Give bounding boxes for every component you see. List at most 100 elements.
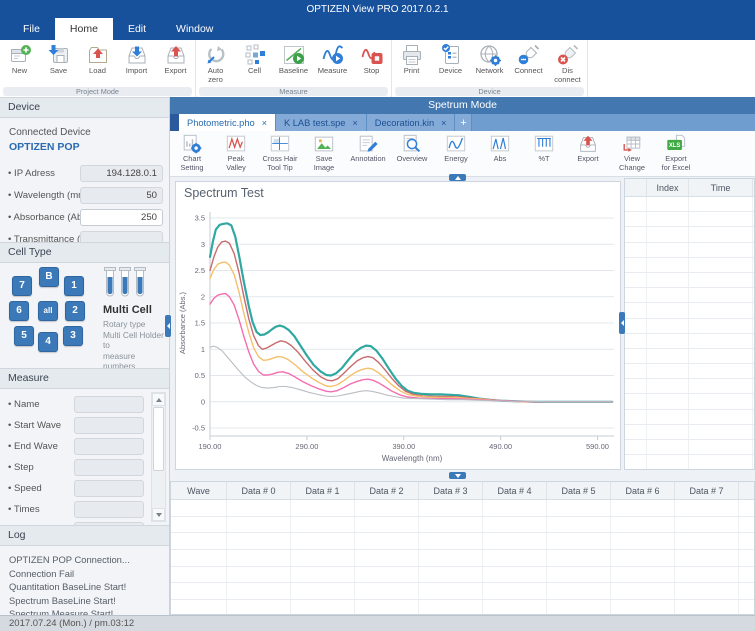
stop-button[interactable]: Stop <box>352 40 391 86</box>
splitter-collapse-up-button[interactable] <box>449 174 466 181</box>
index-table-row[interactable] <box>625 379 754 394</box>
measure-field-input-times[interactable] <box>74 501 144 518</box>
data-table-row[interactable] <box>171 600 754 615</box>
svg-text:3.5: 3.5 <box>195 214 205 223</box>
index-table-cell <box>625 364 647 378</box>
view-change-button[interactable]: View Change <box>610 131 654 176</box>
measure-field-input-step[interactable] <box>74 459 144 476</box>
measure-field-input-start-wave[interactable] <box>74 417 144 434</box>
menu-tab-home[interactable]: Home <box>55 18 113 40</box>
index-table-row[interactable] <box>625 258 754 273</box>
abs-button[interactable]: Abs <box>478 131 522 176</box>
index-table-row[interactable] <box>625 394 754 409</box>
energy-button[interactable]: Energy <box>434 131 478 176</box>
measure-field-input-name[interactable] <box>74 396 144 413</box>
network-button[interactable]: Network <box>470 40 509 86</box>
index-table-row[interactable] <box>625 227 754 242</box>
new-tab-button[interactable]: + <box>455 114 472 131</box>
document-tab-k-lab-test-spe[interactable]: K LAB test.spe× <box>276 114 367 131</box>
wave-data-table[interactable]: WaveData # 0Data # 1Data # 2Data # 3Data… <box>170 481 755 615</box>
cell-button-4[interactable]: 4 <box>38 332 58 352</box>
cell-button[interactable]: Cell <box>235 40 274 86</box>
cell-button-b[interactable]: B <box>39 267 59 287</box>
cell-button-6[interactable]: 6 <box>9 301 29 321</box>
menu-tab-edit[interactable]: Edit <box>113 18 161 40</box>
index-table-row[interactable] <box>625 197 754 212</box>
export-for-excel-button[interactable]: XLSExport for Excel <box>654 131 698 176</box>
device-field-value-absorbance-abs[interactable]: 250 <box>80 209 163 226</box>
index-table-row[interactable] <box>625 334 754 349</box>
log-panel-header: Log <box>0 525 169 546</box>
data-table-row[interactable] <box>171 567 754 584</box>
measure-field-input-end-wave[interactable] <box>74 438 144 455</box>
index-table-row[interactable] <box>625 303 754 318</box>
index-table-row[interactable] <box>625 364 754 379</box>
measure-field-input-wavelength[interactable] <box>74 522 144 525</box>
cell-button-all[interactable]: all <box>38 301 58 321</box>
data-table-row[interactable] <box>171 517 754 534</box>
auto-zero-button[interactable]: Auto zero <box>196 40 235 86</box>
index-table-row[interactable] <box>625 425 754 440</box>
export-button[interactable]: Export <box>566 131 610 176</box>
cell-button-5[interactable]: 5 <box>14 326 34 346</box>
index-time-table[interactable]: IndexTime <box>624 178 755 470</box>
peak-valley-button[interactable]: Peak Valley <box>214 131 258 176</box>
close-tab-icon[interactable]: × <box>352 118 357 128</box>
menu-tab-window[interactable]: Window <box>161 18 228 40</box>
chart-toolbar: Chart SettingPeak ValleyCross Hair Tool … <box>170 131 755 177</box>
data-table-row[interactable] <box>171 500 754 517</box>
splitter-collapse-down-button[interactable] <box>449 472 466 479</box>
index-table-row[interactable] <box>625 273 754 288</box>
index-table-row[interactable] <box>625 212 754 227</box>
table-splitter-handle[interactable] <box>619 312 625 334</box>
cell-button-2[interactable]: 2 <box>65 301 85 321</box>
data-table-row[interactable] <box>171 550 754 567</box>
spectrum-chart[interactable]: 3.532.521.510.50-0.5190.00290.00390.0049… <box>176 206 620 468</box>
chart-toolbar-label: Energy <box>444 155 467 164</box>
save-image-button[interactable]: Save Image <box>302 131 346 176</box>
export-button[interactable]: Export <box>156 40 195 86</box>
index-table-row[interactable] <box>625 410 754 425</box>
data-table-row[interactable] <box>171 533 754 550</box>
load-button[interactable]: Load <box>78 40 117 86</box>
menu-tab-file[interactable]: File <box>8 18 55 40</box>
index-table-row[interactable] <box>625 455 754 470</box>
overview-button[interactable]: Overview <box>390 131 434 176</box>
measure-scrollbar[interactable] <box>151 392 166 522</box>
new-button[interactable]: New <box>0 40 39 86</box>
data-table-row[interactable] <box>171 583 754 600</box>
index-table-row[interactable] <box>625 319 754 334</box>
dis-connect-button[interactable]: Dis connect <box>548 40 587 86</box>
cell-button-1[interactable]: 1 <box>64 276 84 296</box>
annotation-button[interactable]: Annotation <box>346 131 390 176</box>
sidebar-splitter-handle[interactable] <box>165 315 171 337</box>
index-table-row[interactable] <box>625 349 754 364</box>
index-table-row[interactable] <box>625 243 754 258</box>
cell-button-7[interactable]: 7 <box>12 276 32 296</box>
chart-setting-button[interactable]: Chart Setting <box>170 131 214 176</box>
connected-device-label: Connected Device <box>9 127 91 138</box>
index-table-row[interactable] <box>625 440 754 455</box>
close-tab-icon[interactable]: × <box>262 118 267 128</box>
device-button[interactable]: Device <box>431 40 470 86</box>
cell-button-3[interactable]: 3 <box>63 326 83 346</box>
scroll-thumb[interactable] <box>153 407 164 471</box>
import-button[interactable]: Import <box>117 40 156 86</box>
close-tab-icon[interactable]: × <box>441 118 446 128</box>
connect-button[interactable]: Connect <box>509 40 548 86</box>
measure-field-input-speed[interactable] <box>74 480 144 497</box>
index-table-row[interactable] <box>625 288 754 303</box>
cross-hair-tool-tip-button[interactable]: Cross Hair Tool Tip <box>258 131 302 176</box>
scroll-down-button[interactable] <box>152 508 165 521</box>
index-table-cell <box>689 334 753 348</box>
measure-button[interactable]: Measure <box>313 40 352 86</box>
print-button[interactable]: Print <box>392 40 431 86</box>
index-table-header-time: Time <box>689 179 753 196</box>
network-icon <box>478 43 502 67</box>
scroll-up-button[interactable] <box>152 393 165 406</box>
document-tab-photometric-pho[interactable]: Photometric.pho× <box>179 114 276 131</box>
save-button[interactable]: Save <box>39 40 78 86</box>
document-tab-decoration-kin[interactable]: Decoration.kin× <box>367 114 456 131</box>
baseline-button[interactable]: Baseline <box>274 40 313 86</box>
t-button[interactable]: %T <box>522 131 566 176</box>
